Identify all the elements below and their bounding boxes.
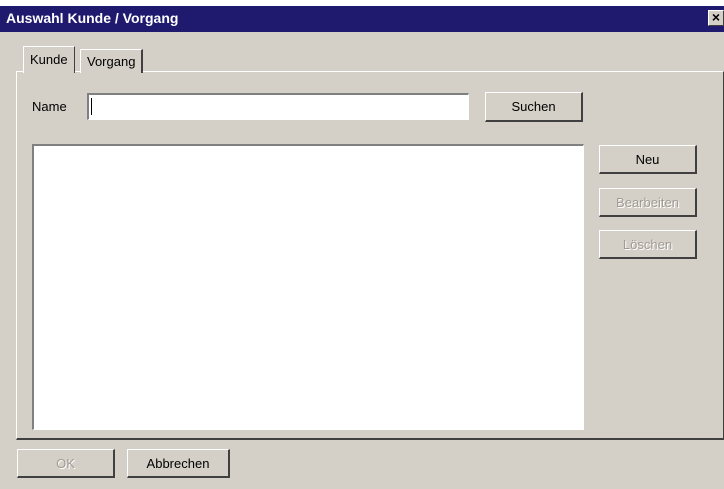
- name-input[interactable]: [87, 93, 469, 120]
- customer-list[interactable]: [32, 144, 584, 430]
- edit-button[interactable]: Bearbeiten: [599, 188, 697, 217]
- new-button[interactable]: Neu: [599, 145, 697, 174]
- tab-vorgang[interactable]: Vorgang: [80, 49, 144, 73]
- text-caret: [91, 98, 92, 115]
- ok-button[interactable]: OK: [17, 449, 115, 478]
- tab-kunde[interactable]: Kunde: [23, 46, 75, 73]
- name-label: Name: [32, 99, 67, 114]
- cancel-button[interactable]: Abbrechen: [127, 449, 230, 478]
- search-button[interactable]: Suchen: [485, 92, 583, 122]
- window-title: Auswahl Kunde / Vorgang: [6, 10, 179, 26]
- title-bar[interactable]: Auswahl Kunde / Vorgang ×: [0, 6, 724, 32]
- delete-button[interactable]: Löschen: [599, 230, 697, 259]
- close-icon[interactable]: ×: [708, 10, 724, 26]
- dialog-window: Auswahl Kunde / Vorgang × Kunde Vorgang …: [0, 0, 724, 489]
